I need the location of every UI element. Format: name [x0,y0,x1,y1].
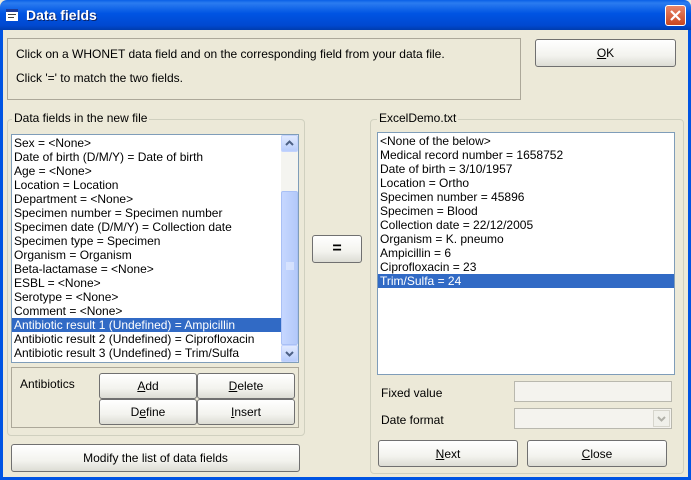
fixed-value-label: Fixed value [381,386,443,400]
data-file-field-item[interactable]: Medical record number = 1658752 [378,148,674,162]
ok-button[interactable]: OK [535,39,676,67]
whonet-field-item[interactable]: Specimen number = Specimen number [12,206,281,220]
whonet-field-item[interactable]: Department = <None> [12,192,281,206]
fixed-value-input[interactable] [514,381,672,402]
chevron-down-icon [285,351,294,357]
whonet-field-item[interactable]: Sex = <None> [12,136,281,150]
data-file-field-item[interactable]: Trim/Sulfa = 24 [378,274,674,288]
antibiotics-label: Antibiotics [20,377,75,391]
grip-icon [286,262,294,270]
whonet-field-item[interactable]: Date of birth (D/M/Y) = Date of birth [12,150,281,164]
whonet-field-item[interactable]: Antibiotic result 2 (Undefined) = Ciprof… [12,332,281,346]
data-file-field-item[interactable]: <None of the below> [378,134,674,148]
new-file-fields-legend: Data fields in the new file [12,111,150,125]
data-file-field-item[interactable]: Organism = K. pneumo [378,232,674,246]
app-icon [6,9,18,21]
whonet-field-item[interactable]: Antibiotic result 1 (Undefined) = Ampici… [12,318,281,332]
title-bar[interactable]: Data fields [0,0,691,30]
whonet-fields-scrollbar[interactable] [281,135,298,362]
data-file-field-item[interactable]: Specimen number = 45896 [378,190,674,204]
close-button[interactable]: Close [527,440,667,467]
scroll-up-button[interactable] [281,135,298,152]
define-antibiotic-button[interactable]: De fine [99,399,197,425]
next-button[interactable]: Next [378,440,518,467]
data-file-field-item[interactable]: Specimen = Blood [378,204,674,218]
whonet-fields-list[interactable]: Sex = <None> Date of birth (D/M/Y) = Date… [11,134,299,363]
whonet-field-item[interactable]: Organism = Organism [12,248,281,262]
whonet-field-item[interactable]: Age = <None> [12,164,281,178]
data-file-field-item[interactable]: Collection date = 22/12/2005 [378,218,674,232]
data-file-legend: ExcelDemo.txt [377,111,459,125]
window-close-button[interactable] [665,5,686,26]
close-icon [670,10,681,21]
instruction-line-1: Click on a WHONET data field and on the … [16,47,445,61]
whonet-field-item[interactable]: Serotype = <None> [12,290,281,304]
instruction-line-2: Click '=' to match the two fields. [16,71,183,85]
window-title: Data fields [26,7,97,23]
chevron-up-icon [285,140,294,146]
match-equals-button[interactable]: = [312,235,362,263]
whonet-field-item[interactable]: Location = Location [12,178,281,192]
scroll-thumb[interactable] [281,191,298,345]
data-file-field-item[interactable]: Date of birth = 3/10/1957 [378,162,674,176]
modify-fields-button[interactable]: Modify the list of data fields [11,444,300,472]
scroll-down-button[interactable] [281,345,298,362]
whonet-field-item[interactable]: Comment = <None> [12,304,281,318]
date-format-select[interactable] [514,408,672,429]
data-file-field-item[interactable]: Ciprofloxacin = 23 [378,260,674,274]
insert-antibiotic-button[interactable]: Insert [197,399,295,425]
data-file-fields-list[interactable]: <None of the below> Medical record number… [377,132,675,375]
data-file-field-item[interactable]: Ampicillin = 6 [378,246,674,260]
whonet-field-item[interactable]: ESBL = <None> [12,276,281,290]
date-format-label: Date format [381,413,444,427]
whonet-field-item[interactable]: Beta-lactamase = <None> [12,262,281,276]
instructions-panel: Click on a WHONET data field and on the … [7,38,521,100]
date-format-dropdown-button[interactable] [653,410,670,427]
whonet-field-item[interactable]: Specimen date (D/M/Y) = Collection date [12,220,281,234]
whonet-field-item[interactable]: Specimen type = Specimen [12,234,281,248]
whonet-field-item[interactable]: Antibiotic result 3 (Undefined) = Trim/S… [12,346,281,360]
add-antibiotic-button[interactable]: Add [99,373,197,399]
delete-antibiotic-button[interactable]: Delete [197,373,295,399]
chevron-down-icon [657,416,666,422]
data-file-field-item[interactable]: Location = Ortho [378,176,674,190]
